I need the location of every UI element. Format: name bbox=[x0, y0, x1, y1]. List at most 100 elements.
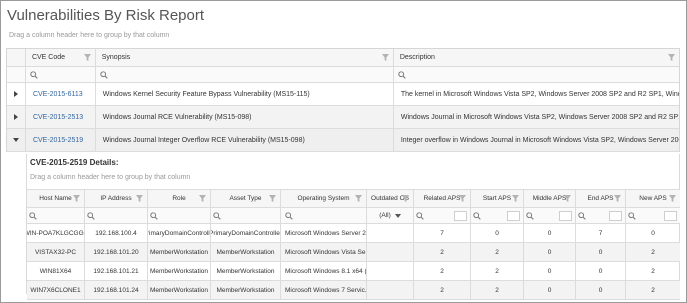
triangle-down-icon bbox=[12, 138, 19, 142]
column-header-operating-system[interactable]: Operating System bbox=[281, 190, 367, 207]
new-aps-cell: 2 bbox=[651, 286, 655, 294]
role-cell: MemberWorkstation bbox=[148, 243, 211, 261]
column-header-asset-type[interactable]: Asset Type bbox=[211, 190, 281, 207]
related-aps-cell: 7 bbox=[414, 224, 471, 242]
search-icon bbox=[473, 211, 481, 220]
filter-description[interactable] bbox=[394, 67, 679, 82]
page-title: Vulnerabilities By Risk Report bbox=[7, 7, 205, 24]
table-row[interactable]: WIN-POA7KLGCGG0 192.168.100.4 PrimaryDom… bbox=[27, 224, 680, 243]
operating-system-cell: Microsoft Windows Server 2... bbox=[281, 224, 367, 242]
numeric-filter-input[interactable] bbox=[664, 210, 677, 221]
column-header-synopsis[interactable]: Synopsis bbox=[96, 49, 394, 66]
table-row[interactable]: CVE-2015-2513 Windows Journal RCE Vulner… bbox=[7, 106, 679, 129]
end-aps-cell: 0 bbox=[576, 281, 626, 299]
funnel-icon[interactable] bbox=[669, 195, 676, 202]
table-row[interactable]: WIN7X6CLONE1 192.168.101.24 MemberWorkst… bbox=[27, 281, 680, 300]
group-by-drop-area[interactable]: Drag a column header here to group by th… bbox=[9, 32, 169, 39]
column-header-ip-address[interactable]: IP Address bbox=[85, 190, 148, 207]
funnel-icon[interactable] bbox=[83, 54, 91, 61]
host-name-cell: VISTAX32-PC bbox=[27, 243, 85, 261]
funnel-icon[interactable] bbox=[199, 195, 206, 202]
column-header-description[interactable]: Description bbox=[394, 49, 679, 66]
middle-aps-cell: 0 bbox=[524, 224, 576, 242]
column-header-label: Related APS bbox=[423, 195, 461, 202]
funnel-icon[interactable] bbox=[402, 195, 409, 202]
role-cell: PrimaryDomainController bbox=[148, 224, 211, 242]
column-header-label: Asset Type bbox=[229, 195, 262, 202]
column-header-end-aps[interactable]: End APS bbox=[576, 190, 626, 207]
table-row[interactable]: VISTAX32-PC 192.168.101.20 MemberWorksta… bbox=[27, 243, 680, 262]
funnel-icon[interactable] bbox=[381, 54, 389, 61]
related-aps-cell: 2 bbox=[414, 281, 471, 299]
filter-middle-aps[interactable] bbox=[524, 208, 576, 223]
funnel-icon[interactable] bbox=[459, 195, 466, 202]
cve-code-link[interactable]: CVE-2015-2513 bbox=[26, 106, 96, 128]
numeric-filter-input[interactable] bbox=[507, 210, 520, 221]
grid-header-row: CVE Code Synopsis Description bbox=[7, 49, 679, 67]
details-group-by-drop-area[interactable]: Drag a column header here to group by th… bbox=[30, 174, 190, 181]
funnel-icon[interactable] bbox=[564, 195, 571, 202]
host-name-cell: WIN7X6CLONE1 bbox=[27, 281, 85, 299]
cve-code-link[interactable]: CVE-2015-2519 bbox=[26, 129, 96, 151]
filter-cve-code[interactable] bbox=[26, 67, 96, 82]
funnel-icon[interactable] bbox=[269, 195, 276, 202]
cve-code-text[interactable]: CVE-2015-6113 bbox=[33, 91, 83, 98]
column-header-new-aps[interactable]: New APS bbox=[626, 190, 680, 207]
expand-row-button[interactable] bbox=[7, 106, 26, 128]
filter-synopsis[interactable] bbox=[96, 67, 394, 82]
table-row[interactable]: CVE-2015-6113 Windows Kernel Security Fe… bbox=[7, 83, 679, 106]
funnel-icon[interactable] bbox=[668, 54, 675, 61]
search-icon bbox=[213, 211, 221, 220]
expand-row-button[interactable] bbox=[7, 83, 26, 105]
filter-end-aps[interactable] bbox=[576, 208, 626, 223]
triangle-right-icon bbox=[13, 91, 18, 97]
filter-outdated-os-dropdown[interactable]: (All) bbox=[367, 208, 414, 223]
filter-ip-address[interactable] bbox=[85, 208, 148, 223]
search-icon bbox=[87, 211, 95, 220]
funnel-icon[interactable] bbox=[355, 195, 362, 202]
column-header-host-name[interactable]: Host Name bbox=[27, 190, 85, 207]
column-header-middle-aps[interactable]: Middle APS bbox=[524, 190, 576, 207]
synopsis-cell: Windows Journal Integer Overflow RCE Vul… bbox=[96, 129, 394, 151]
start-aps-cell: 2 bbox=[471, 262, 524, 280]
filter-new-aps[interactable] bbox=[626, 208, 680, 223]
numeric-filter-input[interactable] bbox=[609, 210, 622, 221]
table-row-expanded[interactable]: CVE-2015-2519 Windows Journal Integer Ov… bbox=[7, 129, 679, 152]
column-header-start-aps[interactable]: Start APS bbox=[471, 190, 524, 207]
search-icon bbox=[285, 211, 293, 220]
filter-related-aps[interactable] bbox=[414, 208, 471, 223]
search-icon bbox=[628, 211, 636, 220]
new-aps-cell: 0 bbox=[651, 229, 655, 237]
search-icon bbox=[30, 70, 38, 79]
description-cell: Integer overflow in Windows Journal in M… bbox=[400, 136, 679, 144]
filter-start-aps[interactable] bbox=[471, 208, 524, 223]
filter-role[interactable] bbox=[148, 208, 211, 223]
numeric-filter-input[interactable] bbox=[559, 210, 572, 221]
related-aps-cell: 2 bbox=[414, 262, 471, 280]
funnel-icon[interactable] bbox=[512, 195, 519, 202]
collapse-row-button[interactable] bbox=[7, 129, 26, 151]
filter-asset-type[interactable] bbox=[211, 208, 281, 223]
middle-aps-cell: 0 bbox=[524, 281, 576, 299]
cve-code-link[interactable]: CVE-2015-6113 bbox=[26, 83, 96, 105]
column-header-label: CVE Code bbox=[31, 54, 66, 61]
middle-aps-cell: 0 bbox=[524, 243, 576, 261]
operating-system-cell: Microsoft Windows 8.1 x64 (... bbox=[281, 262, 367, 280]
cve-code-text[interactable]: CVE-2015-2513 bbox=[33, 114, 83, 121]
synopsis-cell: Windows Journal RCE Vulnerability (MS15-… bbox=[96, 106, 394, 128]
filter-operating-system[interactable] bbox=[281, 208, 367, 223]
table-row[interactable]: WIN81X64 192.168.101.21 MemberWorkstatio… bbox=[27, 262, 680, 281]
funnel-icon[interactable] bbox=[614, 195, 621, 202]
asset-type-cell: MemberWorkstation bbox=[211, 243, 281, 261]
column-header-role[interactable]: Role bbox=[148, 190, 211, 207]
cve-code-text[interactable]: CVE-2015-2519 bbox=[33, 137, 83, 144]
funnel-icon[interactable] bbox=[73, 195, 80, 202]
column-header-label: Host Name bbox=[39, 195, 72, 202]
funnel-icon[interactable] bbox=[136, 195, 143, 202]
column-header-cve-code[interactable]: CVE Code bbox=[26, 49, 96, 66]
column-header-label: Description bbox=[399, 54, 435, 61]
column-header-related-aps[interactable]: Related APS bbox=[414, 190, 471, 207]
column-header-outdated-os[interactable]: Outdated OS bbox=[367, 190, 414, 207]
numeric-filter-input[interactable] bbox=[454, 210, 467, 221]
filter-host-name[interactable] bbox=[27, 208, 85, 223]
